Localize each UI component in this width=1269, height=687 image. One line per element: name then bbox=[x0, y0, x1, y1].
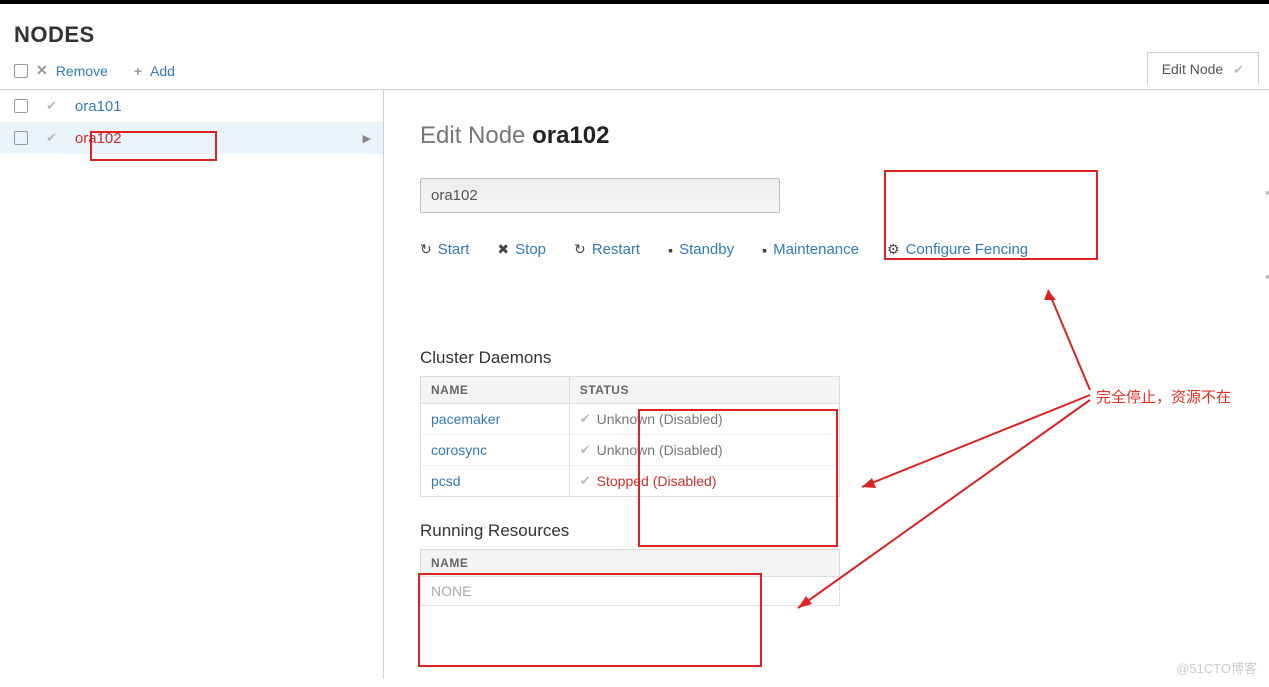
restart-label: Restart bbox=[592, 241, 640, 258]
edit-node-prefix: Edit Node bbox=[420, 122, 525, 149]
refresh-icon: ↻ bbox=[420, 241, 432, 258]
cluster-daemons-title: Cluster Daemons bbox=[420, 348, 1269, 368]
check-icon: ✔ bbox=[46, 98, 57, 114]
node-checkbox[interactable] bbox=[14, 131, 28, 145]
running-resources-title: Running Resources bbox=[420, 521, 1269, 541]
add-button[interactable]: Add bbox=[150, 63, 175, 79]
node-list: ✔ ora101 ✔ ora102 ▶ bbox=[0, 90, 384, 679]
chevron-right-icon: ▶ bbox=[363, 132, 371, 145]
edit-node-heading: Edit Node ora102 bbox=[420, 122, 1269, 150]
edit-node-tab-label: Edit Node bbox=[1162, 61, 1223, 77]
table-row: pacemaker ✔Unknown (Disabled) bbox=[421, 404, 840, 435]
stop-button[interactable]: ✖ Stop bbox=[497, 241, 546, 258]
edit-node-name: ora102 bbox=[532, 122, 609, 149]
watermark: @51CTO博客 bbox=[1176, 658, 1257, 677]
maintenance-icon: ▪ bbox=[762, 242, 767, 258]
node-actions: ↻ Start ✖ Stop ↻ Restart ▪ Standby ▪ Maintena… bbox=[420, 241, 1269, 258]
stop-icon: ✖ bbox=[497, 241, 509, 258]
daemon-status: ✔Unknown (Disabled) bbox=[580, 442, 829, 458]
remove-icon: ✕ bbox=[36, 62, 48, 79]
check-icon: ✔ bbox=[1264, 178, 1269, 206]
node-detail-panel: Edit Node ora102 ✔ Pacemaker Not Connect… bbox=[384, 90, 1269, 679]
add-icon: + bbox=[134, 63, 142, 79]
daemon-link[interactable]: corosync bbox=[431, 442, 487, 458]
check-icon: ✔ bbox=[580, 442, 591, 458]
running-none: NONE bbox=[421, 577, 840, 606]
col-name: NAME bbox=[421, 377, 570, 404]
configure-fencing-label: Configure Fencing bbox=[906, 241, 1029, 258]
check-icon: ✔ bbox=[46, 130, 57, 146]
node-name[interactable]: ora102 bbox=[75, 130, 122, 147]
check-icon: ✔ bbox=[580, 411, 591, 427]
check-icon: ✔ bbox=[580, 473, 591, 489]
daemon-status: ✔Unknown (Disabled) bbox=[580, 411, 829, 427]
node-row[interactable]: ✔ ora101 bbox=[0, 90, 383, 122]
maintenance-button[interactable]: ▪ Maintenance bbox=[762, 241, 859, 258]
table-row: pcsd ✔Stopped (Disabled) bbox=[421, 466, 840, 497]
node-name-input[interactable] bbox=[420, 178, 780, 213]
standby-label: Standby bbox=[679, 241, 734, 258]
refresh-icon: ↻ bbox=[574, 241, 586, 258]
edit-node-tab[interactable]: Edit Node ✔ bbox=[1147, 52, 1259, 85]
gear-icon: ⚙ bbox=[887, 241, 900, 258]
check-icon: ✔ bbox=[1264, 262, 1269, 290]
col-status: STATUS bbox=[569, 377, 839, 404]
col-name: NAME bbox=[421, 550, 840, 577]
node-row[interactable]: ✔ ora102 ▶ bbox=[0, 122, 383, 154]
running-resources-table: NAME NONE bbox=[420, 549, 840, 606]
maintenance-label: Maintenance bbox=[773, 241, 859, 258]
restart-button[interactable]: ↻ Restart bbox=[574, 241, 640, 258]
configure-fencing-button[interactable]: ⚙ Configure Fencing bbox=[887, 241, 1028, 258]
daemon-link[interactable]: pcsd bbox=[431, 473, 461, 489]
start-button[interactable]: ↻ Start bbox=[420, 241, 469, 258]
node-toolbar: ✕ Remove + Add bbox=[0, 58, 1269, 89]
table-row: NONE bbox=[421, 577, 840, 606]
select-all-checkbox[interactable] bbox=[14, 64, 28, 78]
remove-button[interactable]: Remove bbox=[56, 63, 108, 79]
node-checkbox[interactable] bbox=[14, 99, 28, 113]
cluster-daemons-table: NAME STATUS pacemaker ✔Unknown (Disabled… bbox=[420, 376, 840, 497]
table-row: corosync ✔Unknown (Disabled) bbox=[421, 435, 840, 466]
standby-icon: ▪ bbox=[668, 242, 673, 258]
standby-button[interactable]: ▪ Standby bbox=[668, 241, 734, 258]
page-title: NODES bbox=[0, 4, 1269, 58]
daemon-status: ✔Stopped (Disabled) bbox=[580, 473, 829, 489]
connection-status: ✔ Pacemaker Not Connected ✔ Corosync Not… bbox=[1264, 150, 1269, 318]
stop-label: Stop bbox=[515, 241, 546, 258]
node-name[interactable]: ora101 bbox=[75, 98, 122, 115]
check-icon: ✔ bbox=[1233, 62, 1244, 77]
daemon-link[interactable]: pacemaker bbox=[431, 411, 500, 427]
start-label: Start bbox=[438, 241, 470, 258]
